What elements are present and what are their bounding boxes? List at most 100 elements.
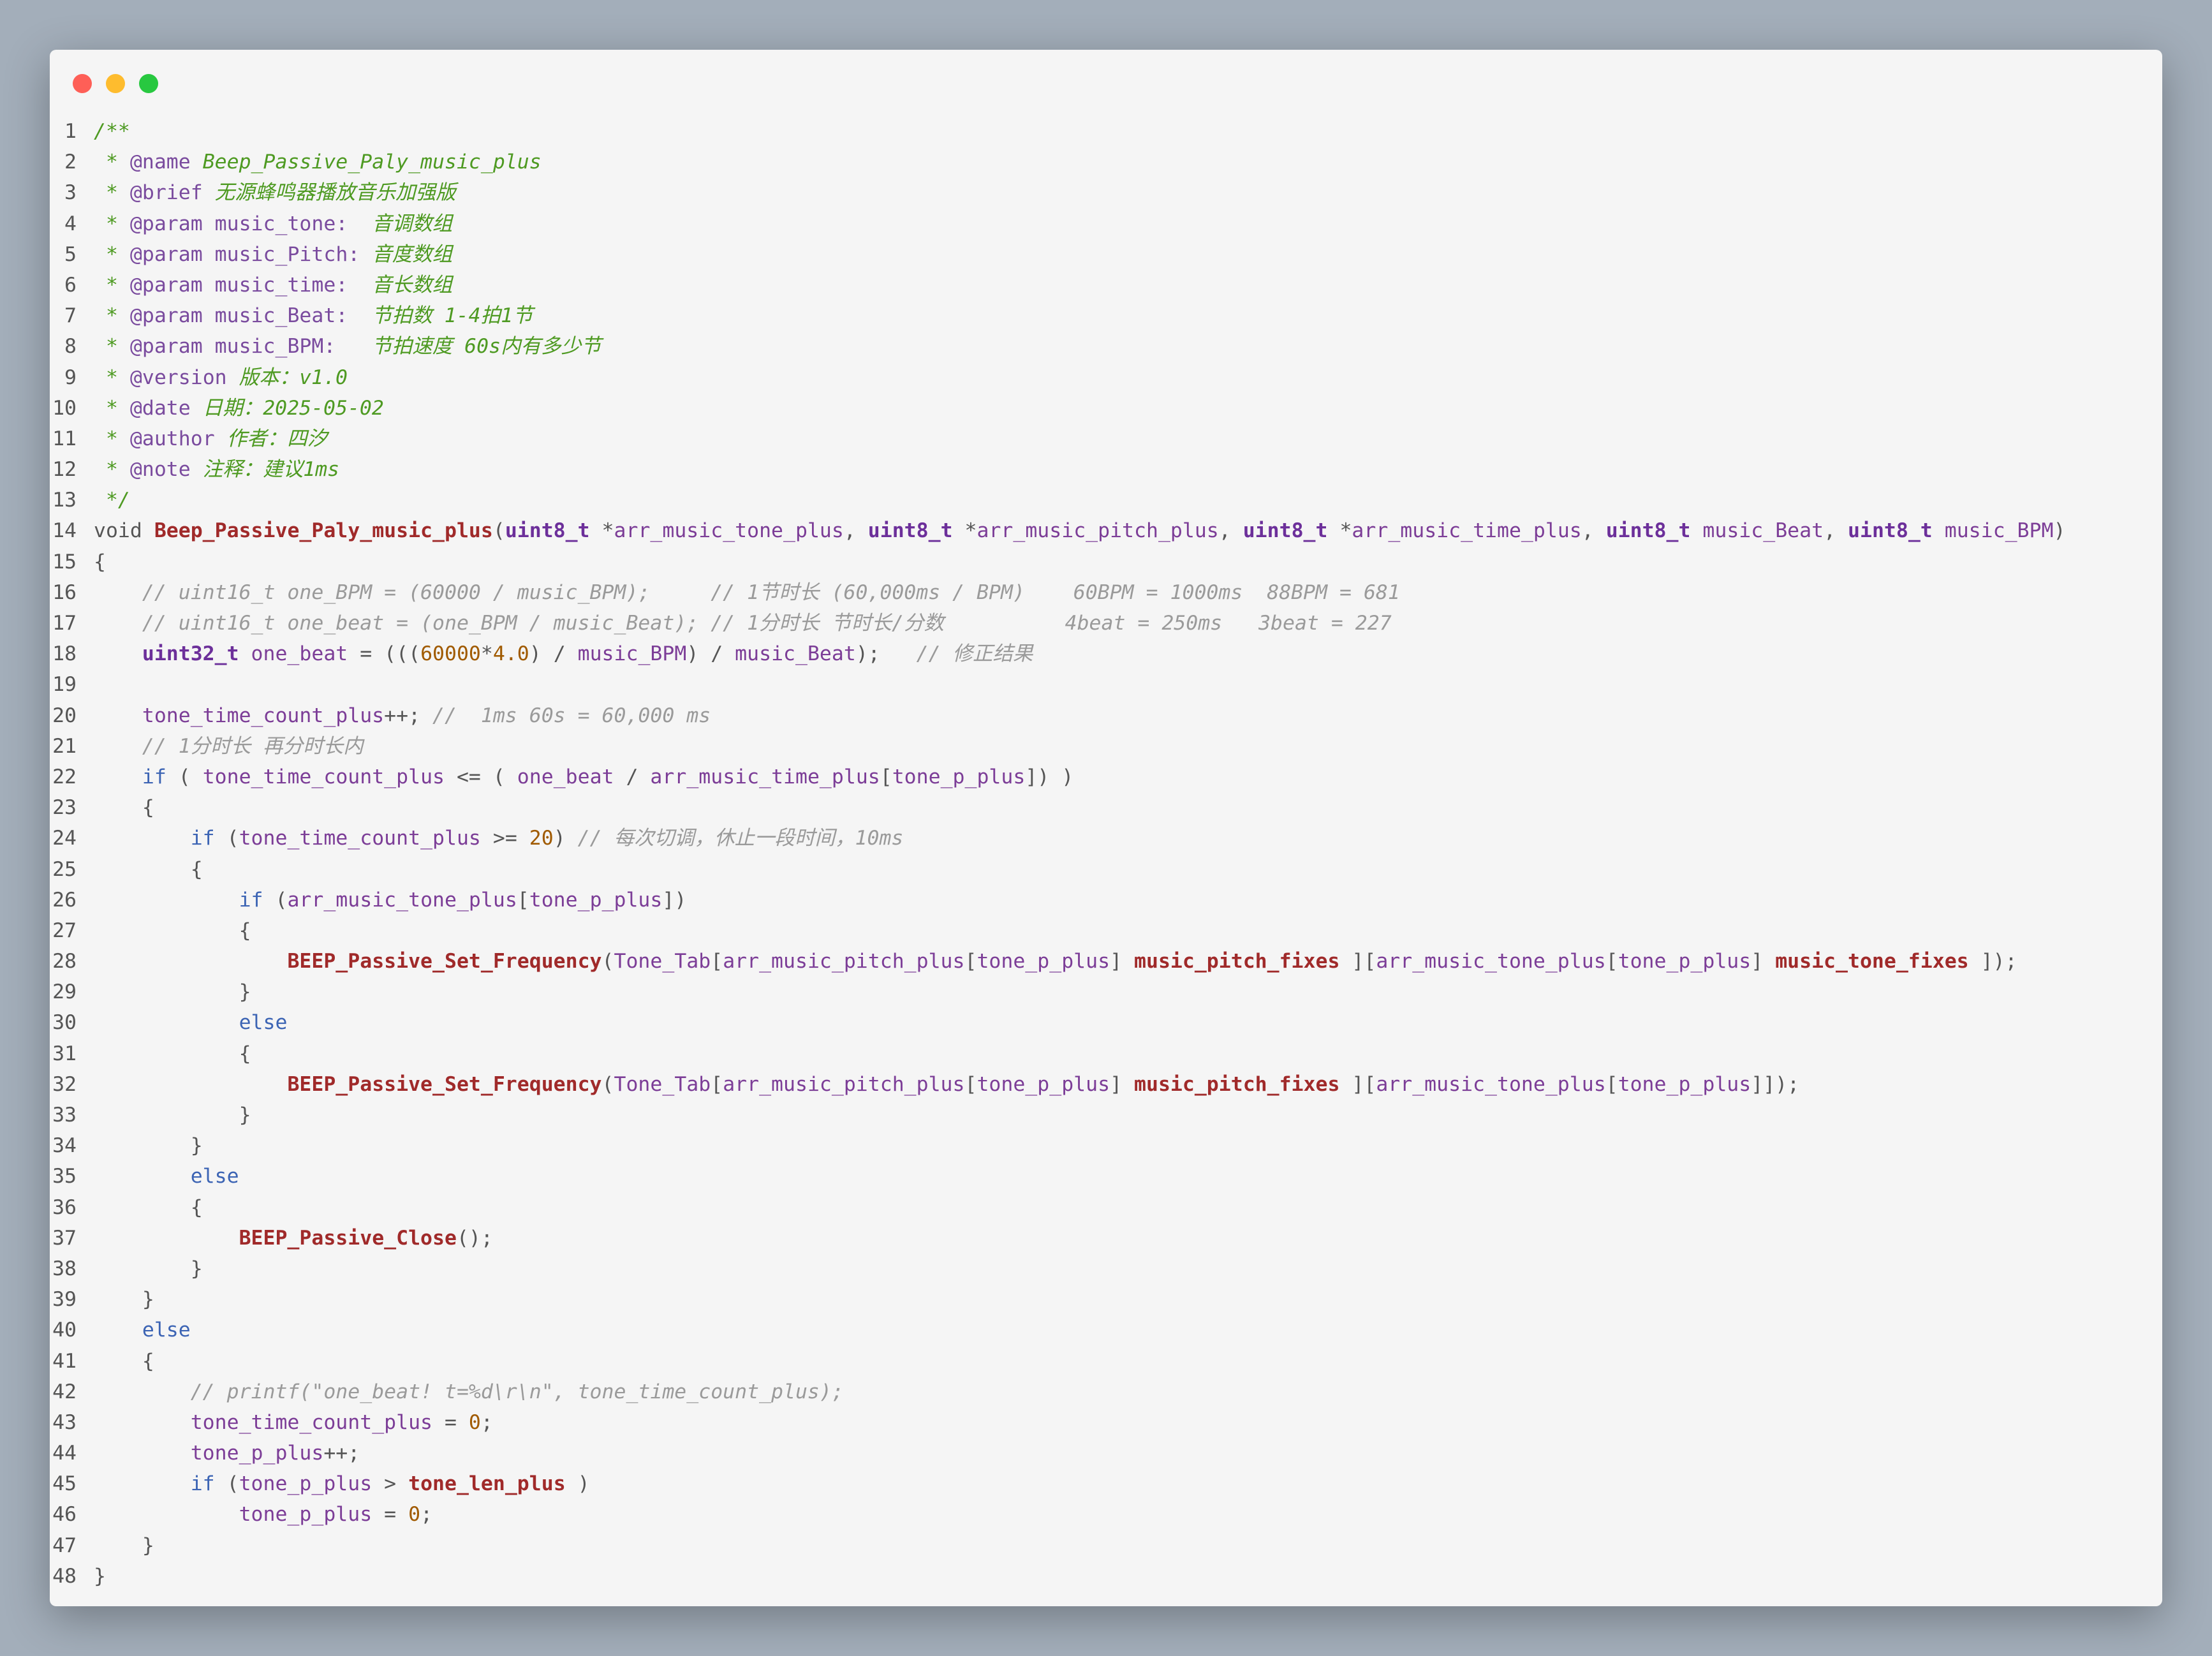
close-button[interactable] (73, 74, 92, 93)
code-line: 46 tone_p_plus = 0; (50, 1499, 2162, 1530)
code-line: 37 BEEP_Passive_Close(); (50, 1223, 2162, 1253)
code-token: ]) (662, 888, 687, 912)
line-number: 16 (52, 580, 77, 604)
code-token: [ (964, 950, 977, 973)
code-text: } (94, 1288, 154, 1311)
code-text: } (94, 1565, 106, 1588)
code-token: // 1分时长 再分时长内 (142, 734, 364, 758)
code-token: // 1ms 60s = 60,000 ms (432, 704, 711, 727)
code-text: if (tone_time_count_plus >= 20) // 每次切调，… (94, 827, 904, 850)
code-line: 24 if (tone_time_count_plus >= 20) // 每次… (50, 823, 2162, 854)
code-token: , (1581, 519, 1606, 543)
code-token: 60000 (420, 642, 481, 666)
code-text: BEEP_Passive_Set_Frequency(Tone_Tab[arr_… (94, 950, 2017, 973)
code-line: 16 // uint16_t one_BPM = (60000 / music_… (50, 577, 2162, 608)
code-token: 注释：建议1ms (190, 458, 340, 482)
code-token: @author (129, 427, 215, 450)
code-token: music_tone: (202, 212, 348, 235)
code-token: ( (263, 888, 288, 912)
code-token: 节拍数 1-4拍1节 (348, 304, 533, 328)
code-text: tone_time_count_plus++; // 1ms 60s = 60,… (94, 704, 711, 727)
line-number: 24 (52, 827, 77, 850)
code-token: @brief (129, 181, 203, 205)
code-token: 0 (408, 1503, 421, 1527)
code-token: 作者：四汐 (214, 427, 328, 450)
code-token: @param (129, 273, 203, 297)
code-token: arr_music_pitch_plus (723, 950, 965, 973)
line-number: 17 (52, 612, 77, 635)
code-token: ) (553, 827, 578, 850)
code-token: @param (129, 304, 203, 328)
code-token: } (94, 1288, 154, 1312)
code-token: music_BPM (577, 642, 687, 666)
code-token: [ (711, 950, 723, 973)
code-token: ( (601, 950, 614, 973)
code-line: 12 * @note 注释：建议1ms (50, 454, 2162, 485)
code-line: 4 * @param music_tone: 音调数组 (50, 209, 2162, 239)
code-token: } (94, 1534, 154, 1557)
zoom-button[interactable] (139, 74, 158, 93)
line-number: 6 (64, 273, 77, 297)
code-text: BEEP_Passive_Set_Frequency(Tone_Tab[arr_… (94, 1073, 1799, 1096)
line-number: 46 (52, 1503, 77, 1527)
line-number: 26 (52, 888, 77, 912)
code-token: tone_p_plus (239, 1503, 372, 1527)
code-text: } (94, 980, 251, 1003)
code-token: ][ (1339, 950, 1376, 973)
code-token: 无源蜂鸣器播放音乐加强版 (202, 181, 456, 205)
code-token: { (94, 919, 251, 942)
line-number: 14 (52, 519, 77, 543)
line-number: 23 (52, 796, 77, 820)
code-token: music_BPM (1932, 519, 2054, 543)
code-block[interactable]: 1/** 2 * @name Beep_Passive_Paly_music_pl… (50, 116, 2162, 1592)
code-token: > (372, 1472, 409, 1496)
code-token: void (94, 519, 154, 543)
code-token: * (480, 642, 493, 666)
code-token: <= ( (445, 765, 517, 788)
minimize-button[interactable] (106, 74, 125, 93)
line-number: 37 (52, 1226, 77, 1250)
code-token: 节拍速度 60s内有多少节 (335, 335, 601, 359)
code-text: * @param music_Beat: 节拍数 1-4拍1节 (94, 304, 533, 327)
code-token: tone_p_plus (239, 1472, 372, 1496)
line-number: 18 (52, 642, 77, 666)
code-line: 33 } (50, 1100, 2162, 1130)
code-text: */ (94, 489, 130, 512)
code-line: 29 } (50, 977, 2162, 1007)
code-text: tone_time_count_plus = 0; (94, 1411, 493, 1434)
code-token: tone_time_count_plus (239, 827, 481, 850)
code-line: 17 // uint16_t one_beat = (one_BPM / mus… (50, 608, 2162, 639)
code-token: uint8_t (867, 519, 953, 543)
code-line: 13 */ (50, 485, 2162, 515)
code-token: uint8_t (1242, 519, 1328, 543)
code-text: if (tone_p_plus > tone_len_plus ) (94, 1472, 590, 1495)
code-token: * (94, 151, 130, 174)
code-text: * @note 注释：建议1ms (94, 458, 339, 481)
code-line: 14 void Beep_Passive_Paly_music_plus(uint… (50, 515, 2162, 546)
code-line: 35 else (50, 1161, 2162, 1192)
line-number: 38 (52, 1257, 77, 1280)
line-number: 4 (64, 212, 77, 235)
code-token: @param (129, 335, 203, 359)
code-text: { (94, 919, 251, 942)
line-number: 1 (64, 120, 77, 143)
code-token: else (142, 1319, 191, 1342)
line-number: 22 (52, 765, 77, 788)
code-line: 45 if (tone_p_plus > tone_len_plus ) (50, 1468, 2162, 1499)
code-token: ( (601, 1072, 614, 1096)
code-token: ) (565, 1472, 590, 1496)
code-text: else (94, 1011, 288, 1034)
line-number: 34 (52, 1134, 77, 1158)
code-token: 版本：v1.0 (226, 366, 348, 389)
line-number: 3 (64, 181, 77, 205)
code-token: ); (855, 642, 917, 666)
code-token: * (952, 519, 977, 543)
code-token: >= (480, 827, 529, 850)
code-line: 19 (50, 669, 2162, 700)
code-token: } (94, 980, 251, 1004)
